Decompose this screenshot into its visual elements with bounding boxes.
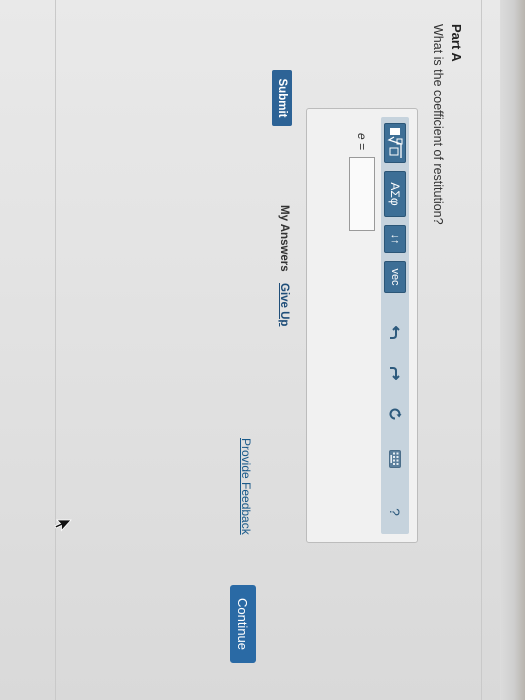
keyboard-button[interactable] [384, 447, 406, 471]
my-answers-link[interactable]: My Answers [278, 205, 290, 272]
screen-edge [500, 0, 525, 700]
keyboard-icon [389, 450, 401, 468]
submit-button[interactable]: Submit [272, 70, 292, 126]
vector-button[interactable]: vec [384, 261, 406, 293]
answer-box: ΑΣφ ↓↑ vec ? e = [306, 108, 418, 543]
help-button[interactable]: ? [384, 501, 406, 523]
bottom-divider [55, 0, 56, 700]
math-toolbar: ΑΣφ ↓↑ vec ? [381, 117, 409, 534]
question-text: What is the coefficient of restitution? [431, 24, 445, 225]
rotated-screen: Part A What is the coefficient of restit… [0, 0, 490, 700]
reset-button[interactable] [384, 403, 406, 425]
provide-feedback-link[interactable]: Provide Feedback [239, 438, 253, 535]
redo-button[interactable] [384, 362, 406, 384]
variable-label: e = [355, 133, 369, 151]
undo-button[interactable] [384, 322, 406, 344]
top-divider [481, 0, 482, 700]
template-sqrt-button[interactable] [384, 123, 406, 163]
continue-button[interactable]: Continue [230, 585, 256, 663]
template-sqrt-icon [387, 128, 403, 158]
part-title: Part A [449, 24, 464, 62]
greek-symbols-button[interactable]: ΑΣφ [384, 171, 406, 217]
mouse-cursor-icon [54, 519, 72, 532]
question-page: Part A What is the coefficient of restit… [0, 0, 490, 700]
undo-icon [390, 326, 400, 339]
subscript-superscript-button[interactable]: ↓↑ [384, 225, 406, 253]
answer-input[interactable] [349, 157, 375, 231]
redo-icon [390, 367, 400, 380]
give-up-link[interactable]: Give Up [278, 283, 290, 326]
reset-icon [389, 408, 402, 420]
